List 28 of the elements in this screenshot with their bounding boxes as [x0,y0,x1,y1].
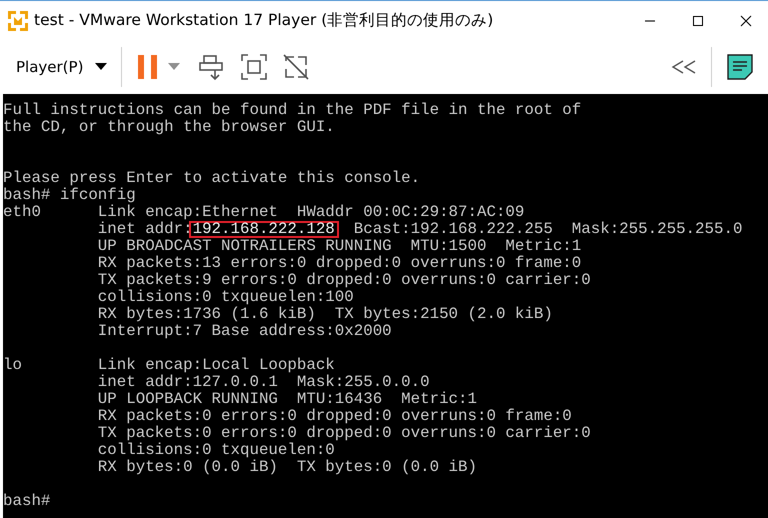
console-line: the CD, or through the browser GUI. [3,119,335,136]
console-line: inet addr:127.0.0.1 Mask:255.0.0.0 [96,374,430,391]
highlighted-ip-address: 192.168.222.128 [188,221,339,238]
caret-icon [168,63,180,71]
console-text: Bcast:192.168.222.255 Mask:255.255.255.0 [352,220,742,238]
console-line: Full instructions can be found in the PDF file in the root of [3,102,582,119]
console-line: RX bytes:0 (0.0 iB) TX bytes:0 (0.0 iB) [96,459,477,476]
maximize-icon [692,14,704,26]
console-line: UP LOOPBACK RUNNING MTU:16436 Metric:1 [96,391,477,408]
console-line: UP BROADCAST NOTRAILERS RUNNING MTU:1500 Metric:1 [96,238,582,255]
console-line: Please press Enter to activate this console. [3,170,420,187]
console-line: bash# ifconfig [3,187,136,204]
console-line: eth0 Link encap:Ethernet HWaddr 00:0C:29:87:AC:09 [3,204,524,221]
console-line: lo Link encap:Local Loopback [3,357,335,374]
close-icon [740,14,752,26]
console-line: RX packets:0 errors:0 dropped:0 overruns:0 frame:0 [96,408,572,425]
console-line: bash# [3,493,50,510]
window-title: test - VMware Workstation 17 Player (非営利目的の使用のみ) [34,10,494,31]
console-line: collisions:0 txqueuelen:0 [96,442,335,459]
player-menu-button[interactable]: Player(P) [12,52,112,82]
console-line: TX packets:0 errors:0 dropped:0 overruns:0 carrier:0 [96,425,591,442]
console-line: TX packets:9 errors:0 dropped:0 overruns:0 carrier:0 [96,272,591,289]
caret-icon [95,63,108,71]
app-logo-icon [6,8,30,32]
console-line: collisions:0 txqueuelen:100 [96,289,354,306]
console-line: Interrupt:7 Base address:0x2000 [96,323,392,340]
console-line: RX bytes:1736 (1.6 kiB) TX bytes:2150 (2.0 kiB) [96,306,553,323]
console-line: RX packets:13 errors:0 dropped:0 overruns:0 frame:0 [96,255,582,272]
